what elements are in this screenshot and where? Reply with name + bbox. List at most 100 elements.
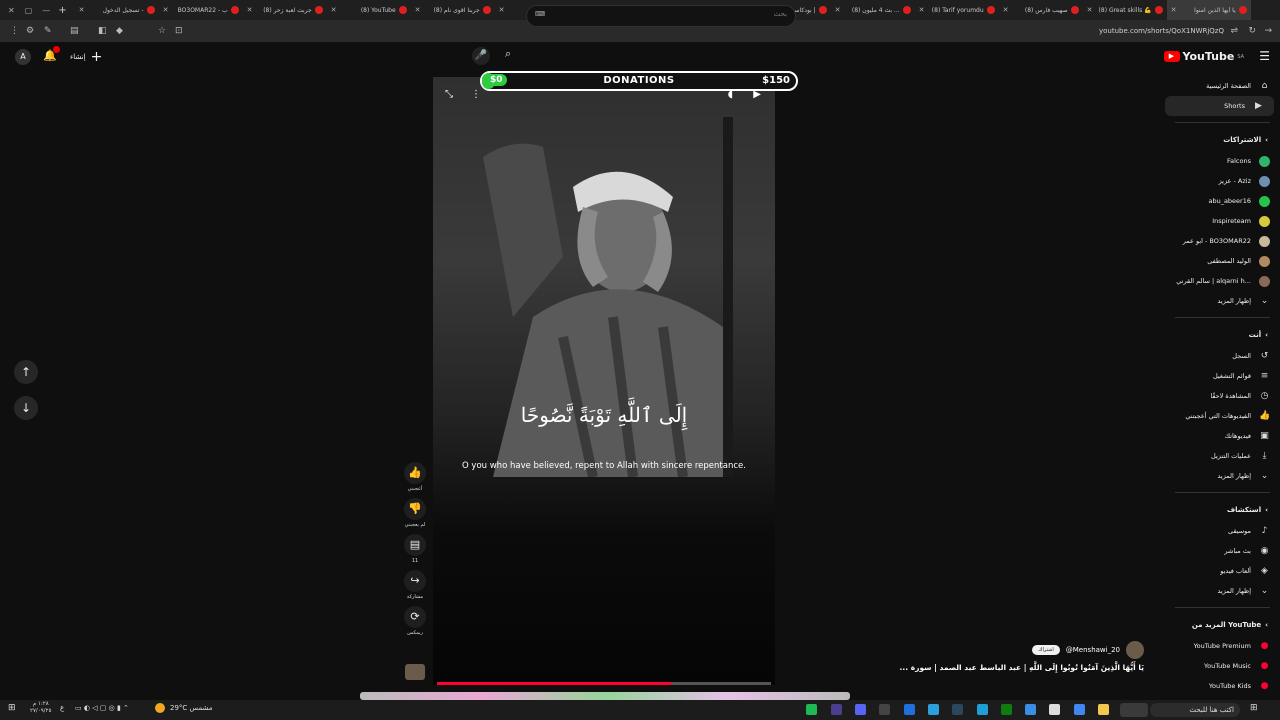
thumb-up-icon[interactable]: 👍 (404, 462, 426, 484)
channel-avatar[interactable] (1126, 641, 1144, 659)
copilot-icon[interactable] (1120, 703, 1148, 717)
reload-icon[interactable]: ↻ (1248, 26, 1256, 36)
sidebar-section-header[interactable]: الاشتراكات ‹ (1165, 129, 1280, 151)
extension-icon-3[interactable]: ◧ (98, 26, 107, 36)
action-remix[interactable]: ⟳ ريمكس (400, 606, 430, 636)
browser-icon[interactable] (903, 704, 915, 715)
close-tab-icon[interactable]: ✕ (415, 6, 421, 14)
sidebar-item[interactable]: الصفحة الرئيسية ⌂ (1165, 76, 1280, 96)
close-window-icon[interactable]: ✕ (8, 6, 15, 15)
browser-tab[interactable]: ✕ (8) جربت لعبة زحر (243, 0, 327, 20)
maximize-window-icon[interactable]: ▢ (25, 6, 33, 15)
discord-icon[interactable] (855, 704, 866, 715)
fullscreen-icon[interactable]: ⤡ (445, 89, 453, 100)
minimize-window-icon[interactable]: — (42, 6, 50, 15)
subscribe-button[interactable]: اشتراك (1032, 645, 1060, 655)
sidebar-item[interactable]: YouTube Music ● (1165, 656, 1280, 676)
browser-tab[interactable]: ✕ BO3OMAR22 - ب (159, 0, 243, 20)
close-tab-icon[interactable]: ✕ (1087, 6, 1093, 14)
close-tab-icon[interactable]: ✕ (163, 6, 169, 14)
sidebar-item[interactable]: إظهار المزيد ⌄ (1165, 466, 1280, 486)
edge-icon[interactable] (976, 704, 988, 715)
search-input[interactable]: ⌨ بحث (526, 5, 796, 27)
sidebar-item[interactable]: إظهار المزيد ⌄ (1165, 581, 1280, 601)
browser-tab[interactable]: ✕ (8) Tarif yorumdu (915, 0, 999, 20)
sidebar-item[interactable]: سالم القرني | alqarni h... (1165, 271, 1280, 291)
sidebar-item[interactable]: ألعاب فيديو ◈ (1165, 561, 1280, 581)
create-button[interactable]: إنشاء + (70, 49, 102, 65)
sidebar-item[interactable]: abu_abeer16 (1165, 191, 1280, 211)
sidebar-item[interactable]: المشاهدة لاحقًا ◷ (1165, 386, 1280, 406)
system-tray-icons[interactable]: ▭ ◐ ◁ ▢ ◎ ▮ ⌃ (75, 704, 129, 712)
sidebar-item[interactable]: عزيز - Aziz (1165, 171, 1280, 191)
extension-icon[interactable]: ⚙ (26, 26, 34, 36)
clock[interactable]: ١:٢٨ م ٢٧/٠٩/٢٥ (30, 701, 51, 715)
more-options-icon[interactable]: ⋮ (471, 89, 481, 100)
previous-video-button[interactable]: ↑ (14, 360, 38, 384)
sidebar-section-header[interactable]: أنت ‹ (1165, 324, 1280, 346)
close-tab-icon[interactable]: ✕ (79, 6, 85, 14)
close-tab-icon[interactable]: ✕ (247, 6, 253, 14)
keyboard-icon[interactable]: ⌨ (535, 10, 545, 18)
close-tab-icon[interactable]: ✕ (1171, 6, 1177, 14)
close-tab-icon[interactable]: ✕ (499, 6, 505, 14)
hamburger-menu-icon[interactable]: ☰ (1259, 49, 1270, 63)
voice-search-mic-icon[interactable]: 🎤 (472, 47, 490, 65)
sidebar-item[interactable]: بث مباشر ◉ (1165, 541, 1280, 561)
xbox-icon[interactable] (1000, 704, 1012, 715)
sidebar-item[interactable]: الفيديوهات التي أعجبتني 👍 (1165, 406, 1280, 426)
sidebar-item[interactable]: موسيقى ♪ (1165, 521, 1280, 541)
steam-icon[interactable] (952, 704, 964, 715)
forward-icon[interactable]: → (1264, 26, 1272, 36)
browser-tab[interactable]: ✕ (8) YouTube (327, 0, 411, 20)
notifications-bell-icon[interactable]: 🔔 (43, 46, 60, 62)
sidebar-item[interactable]: ابو عمر - BO3OMAR22 (1165, 231, 1280, 251)
chrome-icon[interactable] (1073, 704, 1085, 715)
browser-tab[interactable]: ✕ (8) جربنا اقوى نام (411, 0, 495, 20)
search-button-icon[interactable]: ⌕ (505, 47, 511, 61)
avatar[interactable]: A (15, 49, 31, 65)
close-tab-icon[interactable]: ✕ (835, 6, 841, 14)
url-field[interactable]: youtube.com/shorts/QoX1NWRjQzQ (1099, 27, 1224, 35)
next-video-button[interactable]: ↓ (14, 396, 38, 420)
telegram-icon[interactable] (927, 704, 939, 715)
new-tab-icon[interactable]: + (58, 5, 66, 16)
sidebar-item[interactable]: Inspireteam (1165, 211, 1280, 231)
action-share[interactable]: ↪ مشاركة (400, 570, 430, 600)
terminal-icon[interactable] (879, 704, 891, 715)
more-options-icon[interactable]: ⋮ (10, 26, 19, 36)
windows-start-icon[interactable]: ⊞ (8, 703, 16, 713)
channel-handle[interactable]: @Menshawi_20 (1066, 646, 1120, 654)
app-icon[interactable] (806, 704, 818, 715)
bookmark-star-icon[interactable]: ☆ (158, 26, 166, 36)
sidebar-toggle-icon[interactable]: ▤ (70, 26, 79, 36)
calendar-icon[interactable] (1049, 704, 1061, 715)
close-tab-icon[interactable]: ✕ (1003, 6, 1009, 14)
action-thumb-up[interactable]: 👍 أعجبني (400, 462, 430, 492)
comment-icon[interactable]: ▤ (404, 534, 426, 556)
file-explorer-icon[interactable] (1098, 704, 1109, 715)
browser-tab[interactable]: ✕ تسجيل الدخول - (75, 0, 159, 20)
store-icon[interactable] (1025, 704, 1037, 715)
extension-icon-2[interactable]: ✎ (44, 26, 52, 36)
share-icon[interactable]: ↪ (404, 570, 426, 592)
language-indicator[interactable]: ع (60, 704, 64, 712)
weather-text[interactable]: 29°C مشمس (170, 704, 213, 712)
sidebar-item[interactable]: YouTube Kids ● (1165, 676, 1280, 696)
video-progress-bar[interactable] (437, 682, 771, 685)
youtube-logo[interactable]: ▶ YouTube SA (1163, 50, 1244, 63)
close-tab-icon[interactable]: ✕ (331, 6, 337, 14)
sidebar-item[interactable]: السجل ↺ (1165, 346, 1280, 366)
browser-tab[interactable]: ✕ (8) Great skills 💪 (1083, 0, 1167, 20)
sidebar-section-header[interactable]: استكشاف ‹ (1165, 499, 1280, 521)
browser-tab[interactable]: ✕ (8) صهيب فارس (999, 0, 1083, 20)
sidebar-item[interactable]: قوائم التشغيل ≡ (1165, 366, 1280, 386)
browser-tab[interactable]: ✕ يا أيها الذين آمنوا (1166, 0, 1251, 20)
windows-logo-icon[interactable]: ⊞ (1250, 703, 1258, 713)
sidebar-item[interactable]: فيديوهاتك ▣ (1165, 426, 1280, 446)
obs-icon[interactable] (830, 704, 842, 715)
extension-icon-4[interactable]: ◆ (116, 26, 123, 36)
taskbar-search-input[interactable]: اكتب هنا للبحث (1150, 703, 1240, 717)
action-comment[interactable]: ▤ 11 (400, 534, 430, 564)
sidebar-item[interactable]: Shorts ▶ (1165, 96, 1274, 116)
